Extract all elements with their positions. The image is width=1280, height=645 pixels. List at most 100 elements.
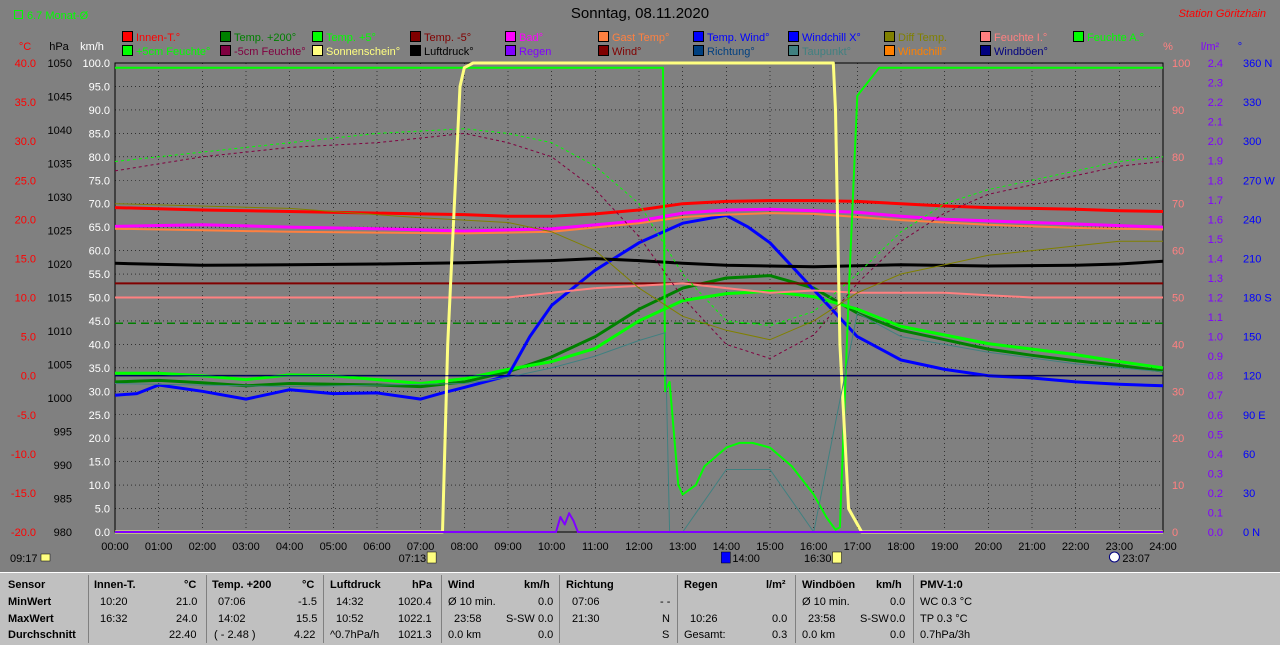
wind-axis-tick: 20.0 xyxy=(89,433,110,445)
stats-wind-avg10-label: Ø 10 min. xyxy=(448,596,496,608)
legend-item[interactable]: Diff Temp. xyxy=(884,31,947,44)
rain-axis-tick: 1.0 xyxy=(1208,332,1223,344)
series-line-luftdruck xyxy=(114,257,1164,269)
rain-axis-unit: l/m² xyxy=(1201,41,1220,53)
direction-axis-tick: 240 xyxy=(1243,214,1261,226)
legend-swatch xyxy=(980,31,991,42)
wind-axis-tick: 90.0 xyxy=(89,105,110,117)
legend-item[interactable]: +5cm Feuchte° xyxy=(122,45,210,58)
pressure-axis-unit: hPa xyxy=(49,41,69,53)
legend-item[interactable]: -5cm Feuchte° xyxy=(220,45,306,58)
legend-item[interactable]: Temp. -5° xyxy=(410,31,471,44)
wind-axis-tick: 15.0 xyxy=(89,457,110,469)
time-axis-tick: 03:00 xyxy=(232,541,260,553)
rain-axis-tick: 0.3 xyxy=(1208,468,1223,480)
rain-axis-tick: 0.5 xyxy=(1208,429,1223,441)
legend-label: Windchill° xyxy=(898,46,947,58)
stats-direction-min-time: 07:06 xyxy=(572,596,600,608)
wind-axis-tick: 80.0 xyxy=(89,152,110,164)
percent-axis-tick: 30 xyxy=(1172,386,1184,398)
stats-pressure-trend: ^0.7hPa/h xyxy=(330,629,380,641)
time-axis-tick: 21:00 xyxy=(1018,541,1046,553)
stats-pmv-header: PMV-1:0 xyxy=(920,579,963,591)
stats-temp200-avg-value: 4.22 xyxy=(294,629,316,641)
time-axis-tick: 11:00 xyxy=(582,541,609,553)
time-axis-tick: 16:00 xyxy=(800,541,828,553)
legend-item[interactable]: Bad° xyxy=(505,31,543,44)
weather-chart: °C hPa km/h% l/m² ° 40.0 35.0 30.0 25.0 20.0 15.0 1… xyxy=(10,41,1275,565)
legend-item[interactable]: Windböen° xyxy=(980,45,1048,58)
legend-item[interactable]: Windchill X° xyxy=(788,31,861,44)
stats-sensor-header: Sensor xyxy=(8,579,46,591)
direction-axis-tick: 150 xyxy=(1243,332,1261,344)
wind-axis-tick: 25.0 xyxy=(89,410,110,422)
legend-item[interactable]: Gast Temp° xyxy=(598,31,669,44)
wind-axis-tick: 65.0 xyxy=(89,222,110,234)
direction-axis-tick: 210 xyxy=(1243,253,1261,265)
stats-pressure-min-value: 1020.4 xyxy=(398,596,432,608)
noon-icon xyxy=(721,551,731,564)
stats-wind-avg10-value: 0.0 xyxy=(538,596,554,608)
legend-item[interactable]: Windchill° xyxy=(884,45,946,58)
rain-axis-tick: 1.3 xyxy=(1208,273,1223,285)
time-axis-tick: 17:00 xyxy=(844,541,872,553)
stats-direction-max-time: 21:30 xyxy=(572,613,600,625)
rain-axis-tick: 1.8 xyxy=(1208,175,1223,187)
stats-innen-max-value: 24.0 xyxy=(176,613,198,625)
legend-item[interactable]: Innen-T.° xyxy=(122,31,180,44)
stats-temp200-trend: ( - 2.48 ) xyxy=(214,629,256,641)
legend-swatch xyxy=(598,31,609,42)
stats-temp200-min-time: 07:06 xyxy=(218,596,246,608)
stats-rain-max-time: 10:26 xyxy=(690,613,718,625)
stats-rain-header: Regen xyxy=(684,579,718,591)
legend-item[interactable]: Temp. +200° xyxy=(220,31,296,44)
temp-axis-tick: -20.0 xyxy=(11,527,36,539)
legend-item[interactable]: Richtung° xyxy=(693,45,755,58)
legend-item[interactable]: Temp. +5° xyxy=(312,31,376,44)
time-axis-tick: 14:00 xyxy=(713,541,741,553)
stats-pmv-dewpoint: TP 0.3 °C xyxy=(920,613,968,625)
legend-item[interactable]: Feuchte A.° xyxy=(1073,31,1144,44)
direction-axis-tick: 330 xyxy=(1243,97,1261,109)
wind-axis-tick: 40.0 xyxy=(89,339,110,351)
stats-temp200-max-value: 15.5 xyxy=(296,613,318,625)
legend-swatch xyxy=(312,45,323,56)
legend-item[interactable]: Wind° xyxy=(598,45,641,58)
percent-axis-tick: 100 xyxy=(1172,58,1190,70)
direction-axis-unit: ° xyxy=(1238,41,1242,53)
rain-axis-tick: 1.6 xyxy=(1208,214,1223,226)
sunset-icon xyxy=(832,551,842,564)
time-axis-tick: 13:00 xyxy=(669,541,697,553)
stats-gusts-unit: km/h xyxy=(876,579,902,591)
legend-item[interactable]: Feuchte I.° xyxy=(980,31,1047,44)
legend-label: Temp. +200° xyxy=(234,32,297,44)
rain-axis-tick: 0.4 xyxy=(1208,449,1223,461)
stats-innen-min-value: 21.0 xyxy=(176,596,198,608)
stats-rain-unit: l/m² xyxy=(766,579,786,591)
pressure-axis-tick: 1030 xyxy=(48,192,72,204)
legend-item[interactable]: Luftdruck° xyxy=(410,45,474,58)
statistics-table: Sensor MinWert MaxWert Durchschnitt Inne… xyxy=(0,572,1280,645)
percent-axis-unit: % xyxy=(1163,41,1173,53)
legend-swatch xyxy=(122,31,133,42)
legend-item[interactable]: Temp. Wind° xyxy=(693,31,769,44)
stats-gusts-header: Windböen xyxy=(802,579,856,591)
legend-item[interactable]: Regen xyxy=(505,45,551,58)
series-line-feuchte-a xyxy=(115,66,1163,531)
stats-pressure-header: Luftdruck xyxy=(330,579,381,591)
stats-gusts-max-direction: S-SW xyxy=(860,613,889,625)
legend-item[interactable]: Taupunkt° xyxy=(788,45,851,58)
time-marker-sunset: 16:30 xyxy=(804,553,832,565)
wind-axis-tick: 85.0 xyxy=(89,128,110,140)
legend-item[interactable]: Sonnenschein° xyxy=(312,45,400,58)
pressure-axis-tick: 1050 xyxy=(48,58,72,70)
moon-icon xyxy=(1108,551,1120,563)
legend-swatch xyxy=(220,45,231,56)
pressure-axis-tick: 1035 xyxy=(48,159,72,171)
rain-axis-tick: 1.9 xyxy=(1208,156,1223,168)
legend-label: Feuchte A.° xyxy=(1087,32,1144,44)
pressure-axis-tick: 995 xyxy=(54,427,72,439)
direction-axis-tick: 180 S xyxy=(1243,293,1272,305)
stats-row-min: MinWert xyxy=(8,596,52,608)
stats-separator xyxy=(795,575,796,643)
